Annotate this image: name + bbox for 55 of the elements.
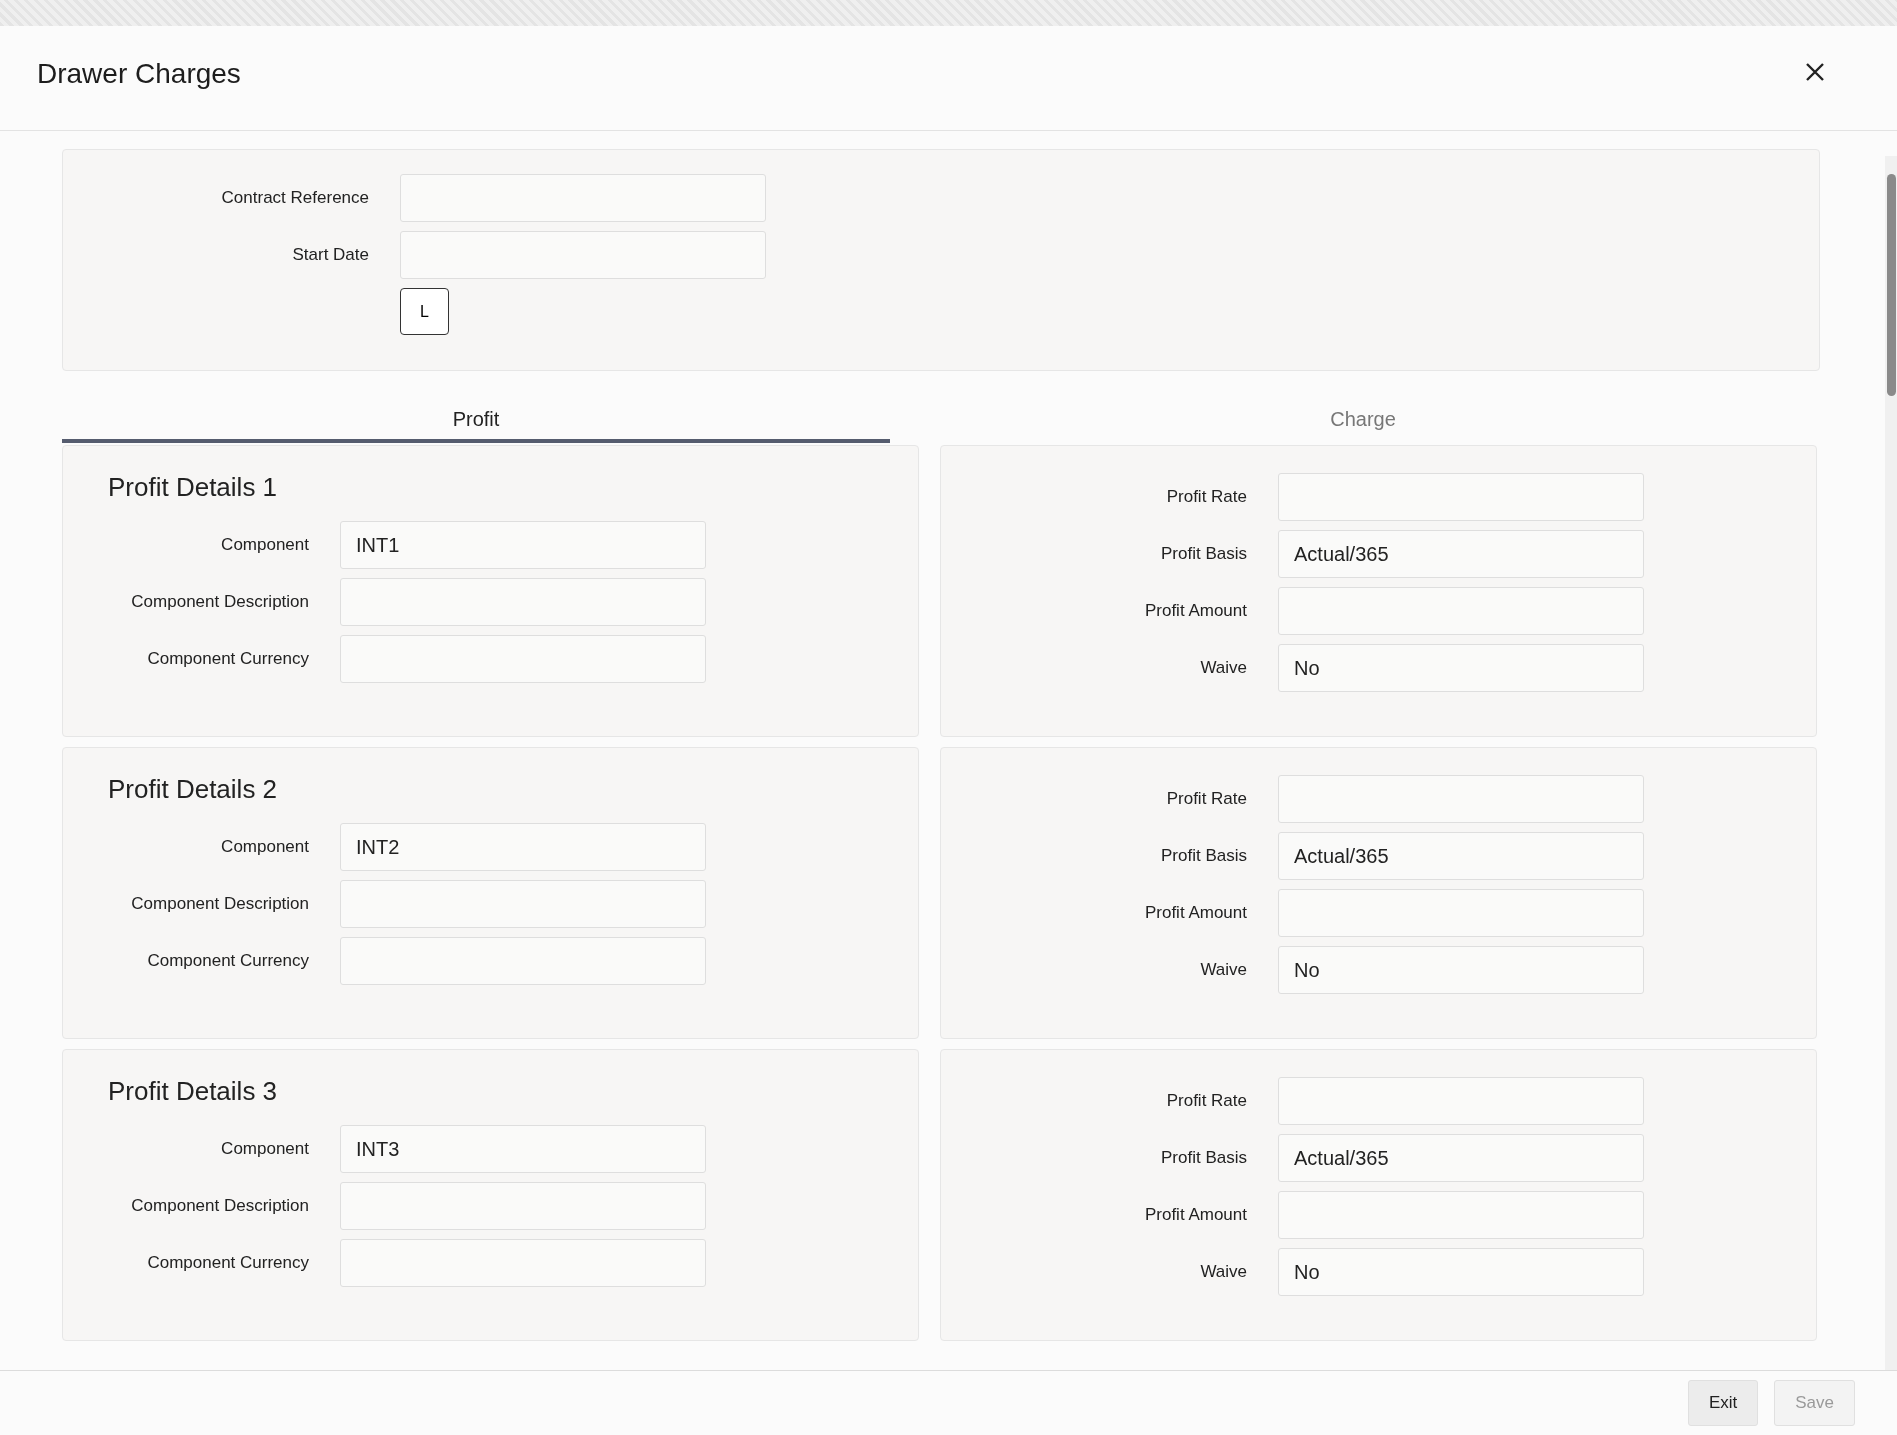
input-field[interactable] — [340, 578, 706, 626]
window-title: Drawer Charges — [37, 58, 241, 90]
input-field[interactable] — [400, 231, 766, 279]
input-field[interactable] — [340, 635, 706, 683]
field-label: Profit Rate — [1165, 487, 1247, 507]
field-label: Component — [220, 1139, 309, 1159]
lookup-button[interactable]: L — [400, 288, 449, 335]
input-field[interactable]: No — [1278, 1248, 1644, 1296]
section-title: Profit Details 1 — [107, 472, 279, 503]
input-field[interactable]: INT3 — [340, 1125, 706, 1173]
tab[interactable]: Charge — [890, 371, 1836, 443]
field-label: Contract Reference — [220, 188, 369, 208]
input-field[interactable]: No — [1278, 946, 1644, 994]
field-label: Start Date — [291, 245, 369, 265]
field-label: Profit Rate — [1165, 1091, 1247, 1111]
field-label: Component Description — [130, 1196, 309, 1216]
scrollbar[interactable] — [1885, 156, 1897, 1370]
input-field[interactable] — [1278, 473, 1644, 521]
field-label: Profit Basis — [1160, 1148, 1247, 1168]
input-field[interactable] — [1278, 889, 1644, 937]
field-label: Profit Amount — [1143, 1205, 1247, 1225]
input-field[interactable]: No — [1278, 644, 1644, 692]
field-label: Component — [220, 535, 309, 555]
section-title: Profit Details 3 — [107, 1076, 279, 1107]
field-label: Component Currency — [146, 1253, 309, 1273]
input-field[interactable] — [1278, 587, 1644, 635]
field-label: Profit Basis — [1160, 544, 1247, 564]
field-label: Profit Amount — [1143, 601, 1247, 621]
footer-button[interactable]: Exit — [1687, 1380, 1759, 1426]
field-label: Waive — [1199, 960, 1247, 980]
field-label: Component Currency — [146, 649, 309, 669]
input-field[interactable]: Actual/365 — [1278, 530, 1644, 578]
field-label: Component — [220, 837, 309, 857]
field-label: Profit Rate — [1165, 789, 1247, 809]
input-field[interactable]: Actual/365 — [1278, 1134, 1644, 1182]
field-label: Waive — [1199, 658, 1247, 678]
input-field[interactable]: INT1 — [340, 521, 706, 569]
field-label: Waive — [1199, 1262, 1247, 1282]
input-field[interactable] — [1278, 1191, 1644, 1239]
input-field[interactable]: Actual/365 — [1278, 832, 1644, 880]
input-field[interactable] — [340, 1239, 706, 1287]
input-field[interactable] — [340, 937, 706, 985]
field-label: Profit Basis — [1160, 846, 1247, 866]
input-field[interactable] — [400, 174, 766, 222]
input-field[interactable] — [340, 880, 706, 928]
input-field[interactable] — [340, 1182, 706, 1230]
section-title: Profit Details 2 — [107, 774, 279, 805]
field-label: Component Description — [130, 592, 309, 612]
input-field[interactable] — [1278, 775, 1644, 823]
field-label: Component Currency — [146, 951, 309, 971]
field-label: Profit Amount — [1143, 903, 1247, 923]
input-field[interactable]: INT2 — [340, 823, 706, 871]
field-label: Component Description — [130, 894, 309, 914]
input-field[interactable] — [1278, 1077, 1644, 1125]
close-icon[interactable] — [1805, 62, 1825, 82]
